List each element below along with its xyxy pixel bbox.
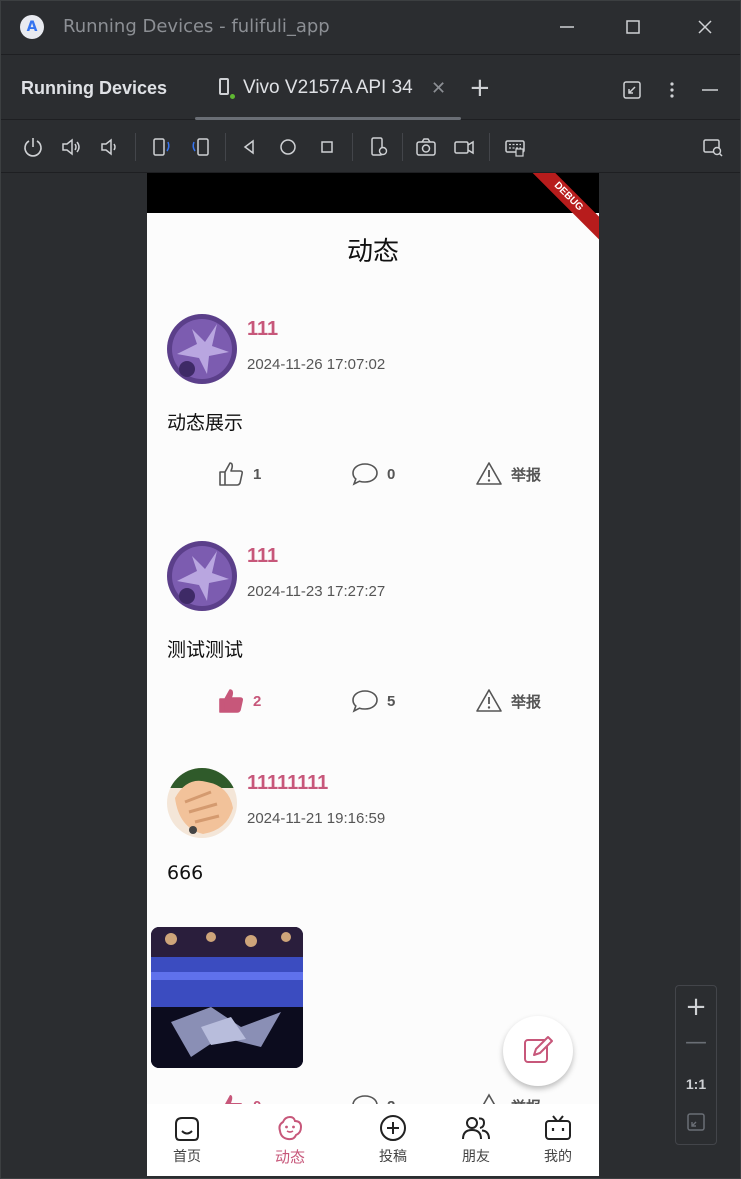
- rotate-left-icon[interactable]: [149, 135, 173, 159]
- nav-label: 投稿: [379, 1149, 407, 1165]
- tab-device-label: Vivo V2157A API 34: [243, 77, 413, 98]
- restore-panel-icon[interactable]: [621, 79, 643, 101]
- rotate-right-icon[interactable]: [189, 135, 213, 159]
- nav-label: 我的: [544, 1149, 572, 1165]
- maximize-window-icon[interactable]: [621, 15, 645, 39]
- minimize-window-icon[interactable]: [555, 15, 579, 39]
- toolbar-separator: [352, 133, 353, 161]
- panel-title: Running Devices: [21, 78, 168, 98]
- home-icon[interactable]: [276, 135, 300, 159]
- nav-label: 动态: [274, 1148, 305, 1166]
- tab-active-underline: [195, 117, 461, 120]
- overview-icon[interactable]: [315, 135, 339, 159]
- status-bar: [147, 173, 599, 213]
- title-bar: A Running Devices - fulifuli_app: [1, 1, 740, 55]
- page-title: 动态: [346, 237, 399, 267]
- report-button[interactable]: 举报: [475, 459, 541, 489]
- power-icon[interactable]: [21, 135, 45, 159]
- volume-down-icon[interactable]: [97, 135, 121, 159]
- post-username[interactable]: 111: [247, 545, 278, 568]
- comment-icon: [352, 463, 378, 486]
- device-settings-icon[interactable]: [367, 135, 391, 159]
- report-label: 举报: [511, 693, 542, 711]
- window-title: Running Devices - fulifuli_app: [63, 16, 330, 37]
- post-content: 666: [167, 862, 204, 884]
- post-time: 2024-11-26 17:07:02: [247, 356, 386, 373]
- comment-button[interactable]: 5: [351, 686, 395, 716]
- moments-icon: [278, 1115, 303, 1141]
- volume-up-icon[interactable]: [59, 135, 83, 159]
- android-studio-logo-icon: A: [20, 15, 44, 39]
- close-window-icon[interactable]: [693, 15, 717, 39]
- ide-window: A Running Devices - fulifuli_app Running…: [0, 0, 741, 1179]
- like-count: 2: [253, 692, 262, 710]
- avatar[interactable]: [167, 314, 237, 384]
- post-content: 测试测试: [167, 639, 244, 661]
- keyboard-icon[interactable]: [503, 135, 527, 159]
- add-circle-icon: [380, 1115, 406, 1141]
- report-button[interactable]: 举报: [475, 686, 541, 716]
- zoom-in-icon[interactable]: +: [676, 992, 716, 1022]
- like-count: 1: [253, 465, 262, 483]
- nav-item-post[interactable]: 投稿: [358, 1112, 428, 1172]
- screenshot-icon[interactable]: [414, 135, 438, 159]
- screen-record-icon[interactable]: [452, 135, 476, 159]
- like-button[interactable]: 2: [217, 686, 261, 716]
- hide-panel-icon[interactable]: [699, 79, 721, 101]
- fit-screen-icon[interactable]: [676, 1112, 716, 1136]
- device-explorer-icon[interactable]: [701, 135, 725, 159]
- report-label: 举报: [511, 466, 542, 484]
- comment-count: 5: [387, 692, 396, 710]
- bottom-navigation: 首页 动态 投稿 朋友 我的: [147, 1104, 599, 1176]
- post-content: 动态展示: [167, 412, 244, 434]
- more-options-icon[interactable]: [661, 79, 683, 101]
- nav-item-moments[interactable]: 动态: [255, 1112, 325, 1172]
- home-tv-icon: [175, 1117, 199, 1141]
- friends-icon: [462, 1117, 490, 1140]
- nav-item-profile[interactable]: 我的: [523, 1112, 593, 1172]
- toolbar-separator: [402, 133, 403, 161]
- nav-item-home[interactable]: 首页: [152, 1112, 222, 1172]
- back-icon[interactable]: [237, 135, 261, 159]
- comment-count: 0: [387, 465, 396, 483]
- zoom-out-icon[interactable]: —: [676, 1030, 716, 1055]
- nav-label: 首页: [173, 1149, 201, 1165]
- toolbar-separator: [135, 133, 136, 161]
- avatar[interactable]: [167, 541, 237, 611]
- thumbs-up-icon: [219, 462, 244, 486]
- warning-icon: [476, 462, 502, 485]
- nav-label: 朋友: [462, 1149, 490, 1165]
- add-device-icon[interactable]: +: [469, 75, 491, 101]
- zoom-controls: + — 1:1: [675, 985, 717, 1145]
- device-online-indicator: [230, 94, 235, 99]
- tab-close-icon[interactable]: ✕: [431, 78, 446, 99]
- post-actions: 2 5 举报: [147, 686, 599, 716]
- phone-icon: [219, 78, 229, 95]
- like-button[interactable]: 1: [217, 459, 261, 489]
- post-username[interactable]: 11111111: [247, 772, 328, 795]
- tv-profile-icon: [545, 1115, 571, 1140]
- post-time: 2024-11-21 19:16:59: [247, 810, 386, 827]
- post-time: 2024-11-23 17:27:27: [247, 583, 386, 600]
- comment-icon: [352, 690, 378, 713]
- warning-icon: [476, 689, 502, 712]
- nav-item-friends[interactable]: 朋友: [441, 1112, 511, 1172]
- zoom-reset-button[interactable]: 1:1: [676, 1076, 716, 1092]
- device-toolbar: [1, 121, 740, 173]
- device-screen[interactable]: DEBUG 动态 111 2024-11-26 17:07:02 动态展示 1: [147, 173, 599, 1176]
- edit-icon: [524, 1036, 553, 1063]
- comment-button[interactable]: 0: [351, 459, 395, 489]
- tab-device[interactable]: Vivo V2157A API 34 ✕: [195, 56, 461, 120]
- compose-button[interactable]: [503, 1016, 573, 1086]
- toolbar-separator: [225, 133, 226, 161]
- post-image[interactable]: [151, 927, 303, 1068]
- post-username[interactable]: 111: [247, 318, 278, 341]
- toolbar-separator: [489, 133, 490, 161]
- thumbs-up-filled-icon: [219, 689, 244, 713]
- post-actions: 1 0 举报: [147, 459, 599, 489]
- avatar[interactable]: [167, 768, 237, 838]
